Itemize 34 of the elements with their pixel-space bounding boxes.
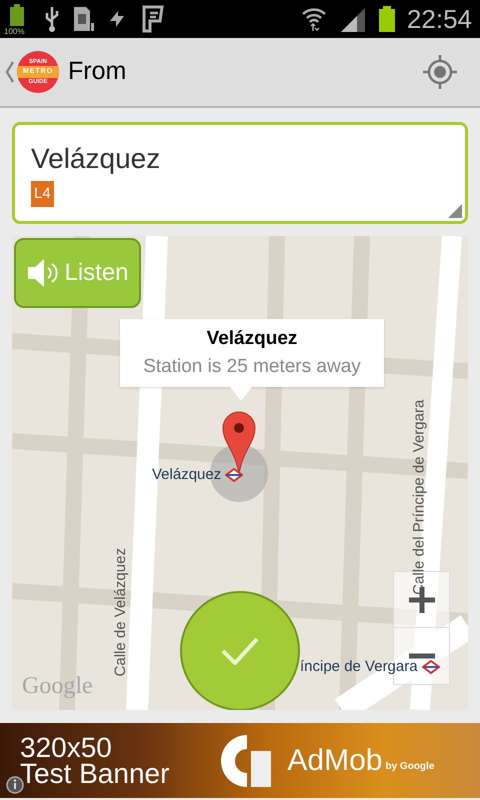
callout-subtitle: Station is 25 meters away xyxy=(143,355,361,379)
ad-text: Test Banner xyxy=(20,760,170,786)
sim-card-icon xyxy=(72,5,94,33)
street-label: Calle de Velázquez xyxy=(110,548,130,676)
chevron-icon xyxy=(5,61,15,83)
ad-text: 320x50 xyxy=(20,734,113,760)
station-name: Velázquez xyxy=(31,142,162,176)
wifi-icon xyxy=(300,6,327,32)
resize-corner-icon xyxy=(448,204,462,218)
checkmark-icon xyxy=(221,637,259,665)
battery-icon xyxy=(10,4,24,26)
map-attribution: Google xyxy=(22,672,93,701)
screen-title: From xyxy=(68,56,126,88)
ad-brand: AdMob xyxy=(287,743,382,779)
ad-banner[interactable]: 320x50 Test Banner AdMob by Google xyxy=(0,723,480,798)
minus-icon xyxy=(408,653,434,659)
ad-brand-suffix: by Google xyxy=(385,760,434,774)
flag-f-icon xyxy=(142,5,164,33)
callout-title: Velázquez xyxy=(206,326,298,350)
battery-percent: 100% xyxy=(4,28,24,36)
signal-icon xyxy=(338,6,367,32)
line-badge: L4 xyxy=(31,181,54,207)
map-pin-icon xyxy=(222,411,256,475)
battery-icon xyxy=(378,6,395,32)
my-location-icon xyxy=(422,54,458,90)
my-location-button[interactable] xyxy=(420,52,460,92)
speaker-icon xyxy=(26,256,60,290)
station-label: Velázquez xyxy=(152,465,222,485)
station-field[interactable]: Velázquez L4 xyxy=(12,122,468,224)
station-label: íncipe de Vergara xyxy=(300,657,418,677)
metro-diamond-icon xyxy=(225,468,244,482)
clock-time: 22:54 xyxy=(406,2,473,36)
usb-icon xyxy=(44,5,60,33)
metro-diamond-icon xyxy=(422,660,440,674)
